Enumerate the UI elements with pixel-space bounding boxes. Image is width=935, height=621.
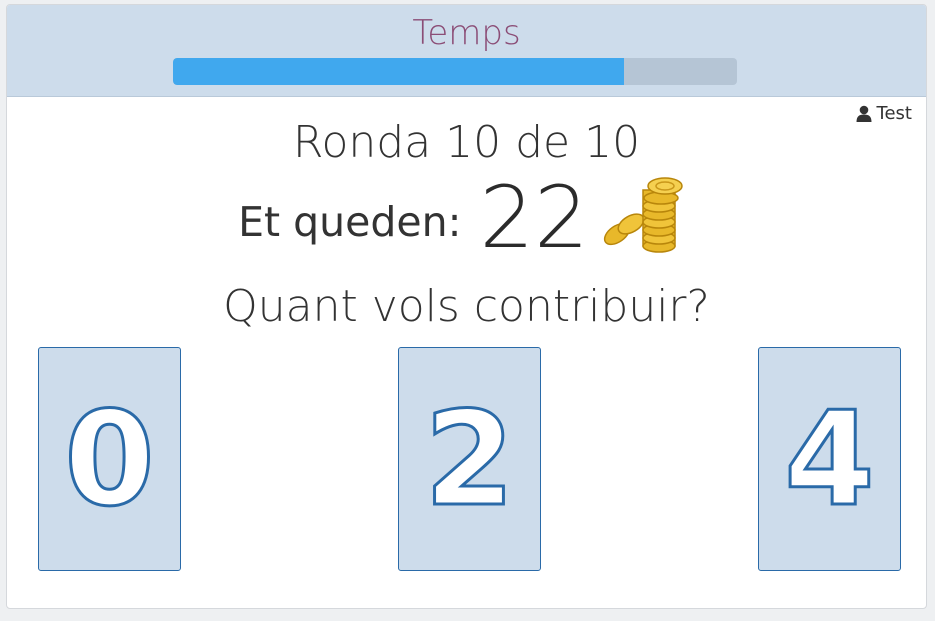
option-value: 0	[63, 383, 156, 535]
remaining-coins: Et queden: 22	[7, 175, 926, 261]
round-label: Ronda 10 de 10	[292, 117, 641, 168]
option-card-0[interactable]: 0	[38, 347, 181, 571]
remaining-label: Et queden:	[238, 198, 462, 246]
option-card-2[interactable]: 2	[398, 347, 541, 571]
remaining-value: 22	[479, 168, 589, 268]
option-value: 2	[423, 383, 516, 535]
timer-progress-fill	[173, 58, 625, 85]
timer-header: Temps	[7, 5, 926, 97]
timer-progress-bar	[173, 58, 737, 85]
question-text: Quant vols contribuir?	[223, 281, 710, 332]
timer-title: Temps	[412, 13, 521, 53]
option-card-4[interactable]: 4	[758, 347, 901, 571]
option-value: 4	[783, 383, 876, 535]
coins-icon	[595, 172, 695, 258]
game-panel: Temps Test Ronda 10 de 10 Et queden: 22	[6, 4, 927, 609]
